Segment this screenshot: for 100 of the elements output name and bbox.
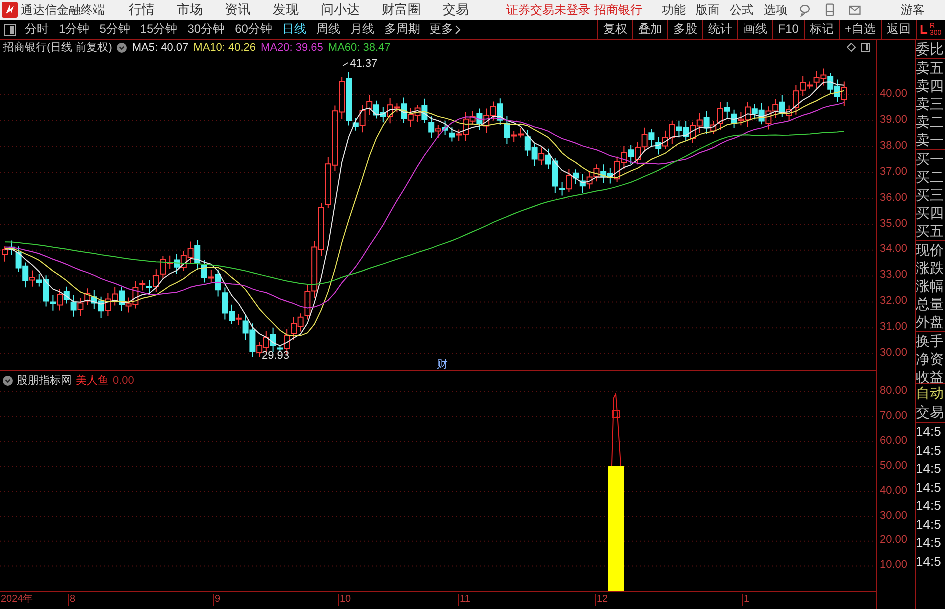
quote-label: 涨幅: [916, 277, 945, 295]
axis-label: 34.00: [880, 243, 908, 256]
diamond-icon[interactable]: [847, 43, 856, 52]
panel-toggle-icon[interactable]: [4, 24, 16, 36]
period-tab[interactable]: 周线: [312, 20, 344, 39]
axis-label: 31.00: [880, 321, 908, 334]
quote-label: 总量: [916, 295, 945, 313]
axis-label: 30.00: [880, 510, 908, 522]
axis-label: 60.00: [880, 434, 908, 447]
chevron-circle-icon[interactable]: [117, 42, 128, 52]
chevron-circle-icon[interactable]: [3, 376, 13, 386]
menu-item[interactable]: 资讯: [225, 1, 251, 19]
toolbar-button[interactable]: 多股: [667, 20, 702, 39]
toolbar-button[interactable]: 叠加: [632, 20, 668, 39]
mode-label[interactable]: 自动: [916, 384, 945, 403]
indicator-value: MA10: 40.26: [194, 42, 256, 54]
toolbar-button[interactable]: 画线: [737, 20, 772, 39]
axis-label: 33.00: [880, 269, 908, 282]
section-label: 交易: [916, 403, 945, 423]
menu-item[interactable]: 市场: [177, 1, 203, 19]
more-button[interactable]: 更多: [426, 20, 464, 39]
menu-item[interactable]: 财富圈: [382, 1, 421, 19]
trade-time: 14:5: [916, 460, 942, 478]
trade-time: 14:5: [916, 534, 942, 552]
indicator-value: MA60: 38.47: [328, 42, 391, 54]
menu-item[interactable]: 发现: [273, 1, 299, 19]
low-price-label: 29.93: [262, 350, 290, 362]
period-tab[interactable]: 月线: [346, 20, 378, 39]
chart-title: 招商银行(日线 前复权): [3, 40, 112, 55]
period-tab[interactable]: 5分钟: [96, 20, 134, 39]
period-tab[interactable]: 日线: [278, 20, 310, 39]
date-label: 11: [458, 594, 470, 606]
quote-label: 现价: [916, 241, 945, 259]
quote-label: 卖五: [916, 59, 945, 77]
trade-time: 14:5: [916, 552, 942, 570]
period-tab[interactable]: 1分钟: [55, 20, 94, 39]
phone-icon[interactable]: [823, 3, 837, 17]
menu-item[interactable]: 问小达: [321, 1, 360, 19]
date-label: 9: [213, 594, 221, 606]
trade-time: 14:5: [916, 516, 942, 534]
quote-label: 买五: [916, 222, 945, 240]
date-label: 8: [68, 594, 76, 606]
quote-label: 卖一: [916, 131, 945, 149]
toolbar-button[interactable]: 复权: [597, 20, 632, 39]
date-label: 10: [338, 594, 352, 606]
toolbar-button[interactable]: 统计: [702, 20, 738, 39]
period-tab[interactable]: 15分钟: [136, 20, 182, 39]
menu-item[interactable]: 选项: [764, 2, 788, 18]
axis-label: 10.00: [880, 559, 908, 572]
menu-item[interactable]: 公式: [730, 2, 754, 18]
high-price-label: 41.37: [350, 58, 378, 70]
date-label: 2024年: [0, 594, 34, 606]
broker-name[interactable]: 招商银行: [594, 2, 642, 18]
axis-label: 37.00: [880, 166, 908, 178]
quote-label: 买二: [916, 168, 945, 186]
period-tab[interactable]: 60分钟: [231, 20, 276, 39]
user-name[interactable]: 游客: [901, 2, 925, 18]
axis-label: 36.00: [880, 192, 908, 204]
date-label: 1: [742, 594, 750, 606]
axis-label: 38.00: [880, 140, 908, 152]
quote-label: 卖三: [916, 95, 945, 113]
panel-icon[interactable]: [861, 43, 870, 52]
axis-label: 40.00: [880, 484, 908, 497]
quote-label: 净资: [916, 350, 945, 368]
axis-label: 30.00: [880, 347, 908, 359]
axis-label: 80.00: [880, 385, 908, 397]
menu-item[interactable]: 版面: [696, 2, 720, 18]
period-tab[interactable]: 多周期: [380, 20, 424, 39]
axis-label: 20.00: [880, 534, 908, 546]
axis-label: 35.00: [880, 218, 908, 230]
axis-label: 39.00: [880, 114, 908, 126]
menu-item[interactable]: 功能: [662, 2, 686, 18]
app-title: 通达信金融终端: [21, 2, 105, 18]
menu-item[interactable]: 交易: [443, 1, 469, 19]
trade-time: 14:5: [916, 442, 942, 460]
series-value: 0.00: [113, 374, 134, 386]
quote-label: 买一: [916, 150, 945, 168]
toolbar-button[interactable]: 标记: [804, 20, 839, 39]
axis-label: 50.00: [880, 460, 908, 472]
logo-icon: [2, 2, 18, 18]
mail-icon[interactable]: [848, 3, 862, 17]
trade-time: 14:5: [916, 497, 942, 515]
period-tab[interactable]: 30分钟: [184, 20, 230, 39]
trade-time: 14:5: [916, 423, 942, 441]
period-tab[interactable]: 分时: [21, 20, 53, 39]
toolbar-button[interactable]: +自选: [838, 20, 881, 39]
menu-item[interactable]: 行情: [129, 1, 155, 19]
toolbar-button[interactable]: F10: [772, 20, 804, 39]
chat-bubble-icon[interactable]: [798, 3, 812, 17]
series-label: 美人鱼: [76, 374, 109, 388]
indicator-name: 股朋指标网: [17, 374, 72, 388]
axis-label: 32.00: [880, 295, 908, 308]
toolbar-button[interactable]: 返回: [881, 20, 916, 39]
event-marker[interactable]: 财: [437, 359, 448, 370]
quote-label: 买三: [916, 186, 945, 204]
quote-label: 收益: [916, 368, 945, 386]
quote-label: 买四: [916, 204, 945, 222]
date-label: 12: [595, 594, 608, 606]
login-status[interactable]: 证券交易未登录: [506, 2, 590, 18]
quote-label: 换手: [916, 332, 945, 350]
